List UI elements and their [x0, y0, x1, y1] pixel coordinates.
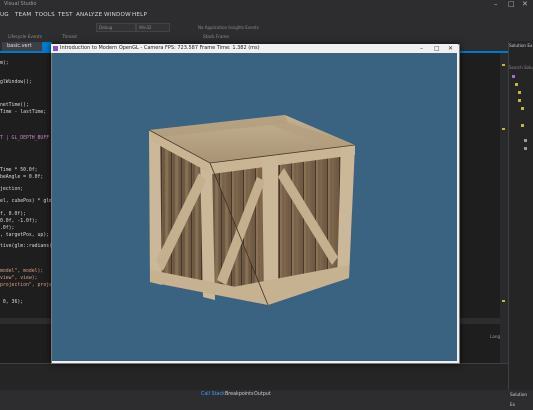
code-line: 0, 36);: [0, 300, 24, 305]
code-line: 0.0f, -1.0f);: [0, 219, 38, 224]
tab-call-stack[interactable]: Call Stack: [201, 391, 225, 399]
ide-title-bar: [0, 0, 533, 11]
stack-frame-dropdown[interactable]: Stack Frame: [203, 33, 229, 40]
code-line: jection;: [0, 187, 24, 192]
code-line: f, 0.0f);: [0, 212, 26, 217]
code-line: model", model);: [0, 269, 44, 274]
code-line: beAngle = 0.0f;: [0, 175, 44, 180]
code-line: tive(glm::radians(4: [0, 244, 55, 249]
code-line: .0f);: [0, 226, 15, 231]
ide-title: Visual Studio: [4, 1, 37, 7]
gl-maximize-icon[interactable]: □: [434, 44, 440, 53]
solution-explorer-tab[interactable]: Solution Ex: [508, 390, 533, 407]
code-line: view", view);: [0, 276, 38, 281]
code-line: Time * 50.0f;: [0, 168, 38, 173]
crate-render: [148, 115, 356, 306]
opengl-window-title: Introduction to Modern OpenGL - Camera F…: [60, 45, 260, 51]
code-line: glWindow();: [0, 80, 32, 85]
app-insights-button[interactable]: No Application Insights Events: [195, 23, 299, 32]
code-line: Time - lastTime;: [0, 110, 47, 115]
menu-analyze[interactable]: ANALYZE: [76, 12, 102, 18]
file-icon[interactable]: [524, 147, 527, 150]
maximize-icon[interactable]: □: [508, 0, 515, 9]
folder-icon[interactable]: [518, 99, 521, 102]
bottom-tool-panel: [0, 363, 508, 391]
minimize-icon[interactable]: –: [494, 0, 498, 9]
tab-breakpoints[interactable]: Breakpoints: [225, 391, 254, 399]
code-line: m);: [0, 61, 9, 66]
file-icon[interactable]: [524, 139, 527, 142]
menu-tools[interactable]: TOOLS: [35, 12, 55, 18]
gl-close-icon[interactable]: ✕: [448, 44, 453, 53]
scroll-marker: [502, 64, 505, 66]
frame-board: [262, 154, 278, 299]
scroll-marker: [502, 300, 505, 302]
menu-window[interactable]: WINDOW: [104, 12, 131, 18]
code-line: netTime();: [0, 103, 29, 108]
close-icon[interactable]: ✕: [522, 0, 528, 9]
editor-vertical-scrollbar[interactable]: [500, 53, 508, 363]
thread-dropdown[interactable]: Thread: [62, 33, 77, 40]
tab-basic-vert[interactable]: basic.vert: [2, 42, 47, 51]
folder-icon[interactable]: [518, 91, 521, 94]
menu-test[interactable]: TEST: [58, 12, 73, 18]
solution-explorer-panel: [508, 41, 533, 400]
menu-debug[interactable]: UG: [0, 12, 9, 18]
code-line: el, cubePos) * glm: [0, 199, 52, 204]
solution-icon[interactable]: [512, 75, 515, 78]
solution-explorer-title: Solution Ex: [509, 43, 533, 48]
debug-location-toolbar: [0, 32, 533, 41]
scroll-marker: [502, 128, 505, 130]
menu-team[interactable]: TEAM: [15, 12, 31, 18]
code-line: projection", proje: [0, 283, 52, 288]
folder-icon[interactable]: [515, 83, 518, 86]
language-column-header: Lang: [490, 334, 501, 339]
solution-search-input[interactable]: Search Solu: [509, 65, 533, 70]
app-icon: [53, 46, 58, 51]
tab-output[interactable]: Output: [254, 391, 271, 399]
folder-icon[interactable]: [521, 107, 524, 110]
code-line: , targetPos, up);: [0, 233, 50, 238]
platform-dropdown[interactable]: Win32: [136, 23, 170, 32]
code-line: T | GL_DEPTH_BUFF: [0, 136, 50, 141]
folder-icon[interactable]: [521, 124, 524, 127]
menu-help[interactable]: HELP: [132, 12, 147, 18]
config-dropdown[interactable]: Debug: [96, 23, 136, 32]
lifecycle-events-dropdown[interactable]: Lifecycle Events: [8, 33, 42, 40]
render-viewport[interactable]: [52, 53, 457, 361]
gl-minimize-icon[interactable]: –: [420, 44, 423, 53]
